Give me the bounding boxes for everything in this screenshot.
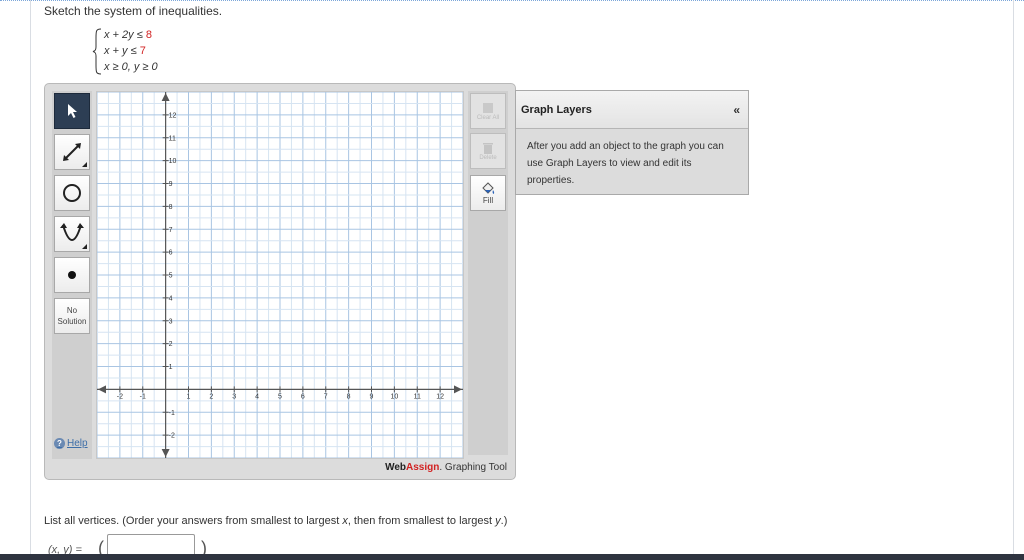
graph-layers-panel: Graph Layers « After you add an object t… (515, 90, 749, 195)
pointer-tool-button[interactable] (54, 93, 90, 129)
x-tick-label: -2 (117, 393, 123, 400)
instruction-part-1: List all vertices. (Order your answers f… (44, 515, 343, 527)
y-tick-label: 3 (169, 318, 173, 325)
help-link[interactable]: ? Help (54, 438, 88, 449)
inequality-2: x + y ≤ 7 (104, 45, 146, 57)
right-toolbar: Clear All Delete Fill (468, 91, 508, 455)
x-tick-label: 7 (324, 393, 328, 400)
circle-icon (63, 184, 81, 202)
fill-label: Fill (482, 195, 494, 205)
y-tick-label: -1 (169, 410, 175, 417)
y-tick-label: 9 (169, 181, 173, 188)
circle-tool-button[interactable] (54, 175, 90, 211)
no-solution-label-line2: Solution (57, 317, 87, 326)
inequality-2-lhs: x + y ≤ (104, 45, 140, 57)
graph-layers-title: Graph Layers (521, 103, 592, 116)
brand-web: Web (385, 462, 407, 473)
y-tick-label: 5 (169, 273, 173, 280)
clear-all-label: Clear All (476, 115, 500, 121)
graph-layers-description: After you add an object to the graph you… (527, 141, 724, 186)
trash-icon (483, 143, 493, 154)
y-axis-arrow-down (161, 449, 170, 457)
y-tick-label: 4 (169, 295, 173, 302)
x-tick-label: 2 (209, 393, 213, 400)
y-tick-label: 7 (169, 227, 173, 234)
x-axis-arrow-right (454, 385, 462, 394)
inequality-1-lhs: x + 2y ≤ (104, 29, 146, 41)
inequality-system: x + 2y ≤ 8 x + y ≤ 7 x ≥ 0, y ≥ 0 (92, 28, 212, 76)
y-tick-label: 1 (169, 364, 173, 371)
inequality-3: x ≥ 0, y ≥ 0 (104, 61, 158, 73)
paint-bucket-icon (482, 181, 495, 194)
help-label: Help (67, 438, 88, 449)
x-axis-arrow-left (98, 385, 106, 394)
brand-suffix: . Graphing Tool (439, 462, 507, 473)
no-solution-label-line1: No (66, 306, 78, 315)
bottom-strip (0, 554, 1024, 560)
parabola-tool-button[interactable] (54, 216, 90, 252)
y-tick-label: 12 (169, 112, 177, 119)
no-solution-button[interactable]: No Solution (54, 298, 90, 334)
brand-assign: Assign (406, 462, 440, 473)
question-prompt: Sketch the system of inequalities. (44, 4, 223, 18)
x-tick-label: -1 (140, 393, 146, 400)
graphing-tool: No Solution ? Help -2 -1 1 2 3 4 5 6 7 8 9 10 11 12 -2… (44, 83, 516, 480)
x-tick-label: 10 (390, 393, 398, 400)
x-tick-label: 11 (414, 393, 421, 400)
delete-label: Delete (479, 155, 497, 161)
instruction-part-3: .) (500, 515, 508, 527)
x-tick-label: 9 (370, 393, 374, 400)
inequality-1-rhs: 8 (145, 29, 152, 41)
line-tool-button[interactable] (54, 134, 90, 170)
x-tick-label: 3 (232, 393, 236, 400)
y-tick-label: 2 (169, 341, 173, 348)
help-icon: ? (54, 438, 65, 449)
graph-layers-header: Graph Layers « (516, 91, 748, 129)
graph-canvas[interactable]: -2 -1 1 2 3 4 5 6 7 8 9 10 11 12 -2 -1 1 2 3 4 5 6 7 8 9 10 11 12 (96, 91, 464, 459)
y-tick-label: 11 (169, 135, 176, 142)
y-tick-label: -2 (169, 433, 175, 440)
instruction-part-2: , then from smallest to largest (347, 515, 496, 527)
inequality-3-lhs: x ≥ 0, y ≥ 0 (104, 61, 158, 73)
webassign-brand: WebAssign. Graphing Tool (385, 462, 507, 473)
fill-button[interactable]: Fill (470, 175, 506, 211)
vertices-instruction: List all vertices. (Order your answers f… (44, 515, 507, 527)
parabola-tool-menu-corner (82, 244, 87, 249)
x-tick-label: 8 (347, 393, 351, 400)
graph-svg[interactable]: -2 -1 1 2 3 4 5 6 7 8 9 10 11 12-2-1123456789101112 (96, 91, 464, 459)
left-toolbar: No Solution (52, 91, 92, 459)
inequality-1: x + 2y ≤ 8 (104, 29, 152, 41)
y-axis-arrow-up (161, 93, 170, 101)
pointer-arrow-icon (68, 104, 77, 118)
x-tick-label: 1 (187, 393, 191, 400)
collapse-chevron-icon[interactable]: « (733, 103, 740, 117)
clear-all-icon (483, 103, 493, 113)
brace-icon (92, 28, 102, 75)
y-tick-label: 6 (169, 250, 173, 257)
clear-all-button[interactable]: Clear All (470, 93, 506, 129)
delete-button[interactable]: Delete (470, 133, 506, 169)
y-tick-label: 8 (169, 204, 173, 211)
y-tick-label: 10 (169, 158, 177, 165)
line-tool-menu-corner (82, 162, 87, 167)
inequality-2-rhs: 7 (139, 45, 146, 57)
point-icon (68, 271, 76, 279)
x-tick-label: 12 (436, 393, 444, 400)
x-tick-label: 4 (255, 393, 259, 400)
x-tick-label: 6 (301, 393, 305, 400)
point-tool-button[interactable] (54, 257, 90, 293)
x-tick-label: 5 (278, 393, 282, 400)
line-ray-icon (63, 143, 81, 161)
